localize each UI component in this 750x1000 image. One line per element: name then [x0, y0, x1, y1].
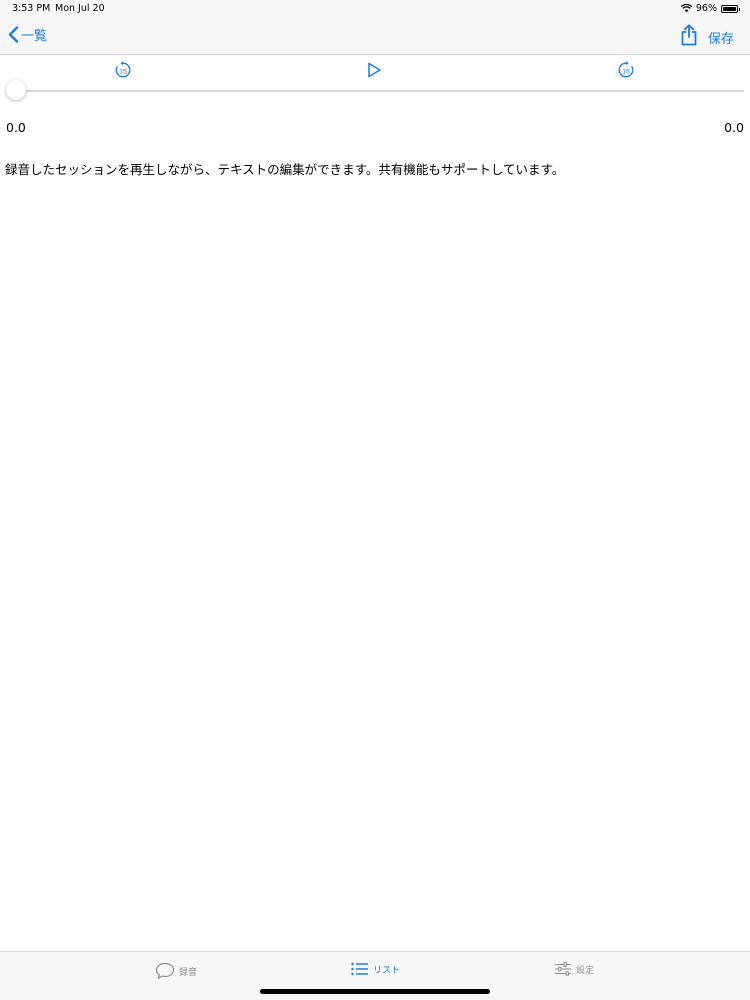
save-button[interactable]: 保存: [708, 28, 734, 47]
tab-settings[interactable]: 設定: [554, 962, 594, 976]
share-button[interactable]: [680, 24, 698, 50]
back-button-label: 一覧: [21, 29, 48, 44]
sliders-icon: [555, 962, 571, 976]
total-time: 0.0: [724, 120, 744, 135]
chevron-left-icon: [8, 26, 19, 43]
status-time: 3:53 PM: [12, 3, 51, 14]
playback-slider[interactable]: [6, 80, 744, 100]
play-icon: [368, 62, 381, 78]
skip-forward-15-icon: 15: [618, 61, 634, 78]
note-text-editor[interactable]: 録音したセッションを再生しながら、テキストの編集ができます。共有機能もサポートし…: [5, 161, 564, 179]
tab-list[interactable]: リスト: [351, 962, 400, 976]
tab-settings-label: 設定: [576, 965, 595, 976]
tab-record[interactable]: 録音: [155, 962, 197, 980]
status-date: Mon Jul 20: [55, 3, 105, 14]
status-bar: 3:53 PM Mon Jul 20 96%: [0, 0, 750, 18]
back-button[interactable]: 一覧: [8, 25, 47, 44]
list-icon: [351, 962, 368, 976]
current-time: 0.0: [6, 120, 26, 135]
wifi-icon: [680, 4, 692, 13]
speech-bubble-icon: [155, 962, 175, 979]
home-indicator: [260, 989, 490, 994]
tab-list-label: リスト: [373, 965, 401, 976]
skip-forward-15-button[interactable]: 15: [617, 61, 635, 83]
play-button[interactable]: [367, 62, 382, 82]
skip-back-15-icon: 15: [115, 61, 131, 78]
skip-back-15-button[interactable]: 15: [114, 61, 132, 83]
share-icon: [681, 24, 697, 46]
slider-thumb[interactable]: [6, 80, 26, 100]
skip-back-seconds: 15: [119, 68, 127, 75]
status-indicators: 96%: [680, 3, 740, 14]
skip-forward-seconds: 15: [622, 68, 630, 75]
player-controls: 15 15: [0, 55, 750, 85]
slider-track: [6, 90, 744, 92]
battery-percent: 96%: [695, 3, 717, 14]
tab-record-label: 録音: [179, 967, 198, 978]
navigation-bar: 一覧 保存: [0, 18, 750, 55]
battery-icon: [721, 4, 740, 13]
